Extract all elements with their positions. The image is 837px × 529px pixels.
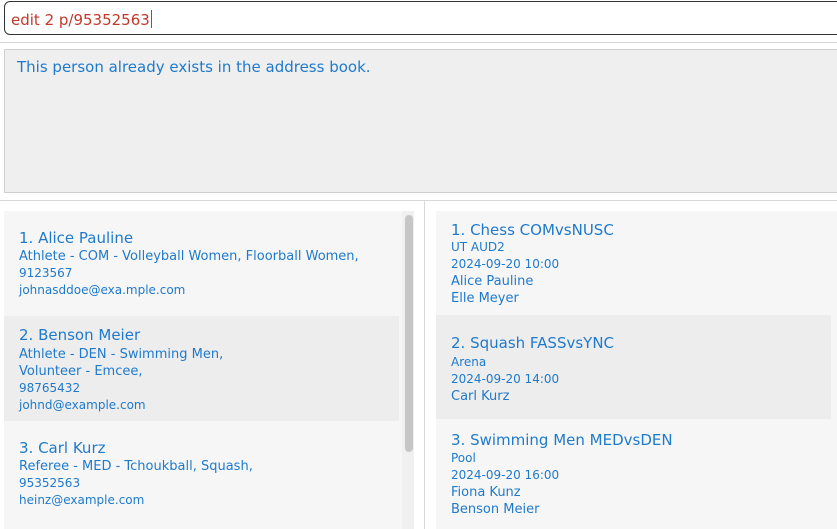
event-venue: Pool — [451, 451, 476, 465]
command-text: edit 2 p/95352563 — [11, 10, 152, 29]
person-phone: 95352563 — [19, 476, 81, 490]
event-participant: Fiona Kunz — [451, 485, 521, 500]
event-list[interactable]: 1. Chess COMvsNUSC UT AUD2 2024-09-20 10… — [436, 211, 837, 529]
command-input[interactable]: edit 2 p/95352563 — [4, 1, 837, 35]
event-title: 2. Squash FASSvsYNC — [451, 334, 615, 352]
divider — [0, 200, 837, 201]
text-caret — [150, 10, 152, 28]
person-list[interactable]: 1. Alice Pauline Athlete - COM - Volleyb… — [4, 211, 414, 529]
person-phone: 9123567 — [19, 266, 73, 280]
event-venue: Arena — [451, 355, 487, 369]
event-datetime: 2024-09-20 14:00 — [451, 372, 560, 386]
person-phone: 98765432 — [19, 381, 81, 395]
person-name: 3. Carl Kurz — [19, 439, 106, 457]
event-venue: UT AUD2 — [451, 240, 505, 254]
person-card[interactable]: 1. Alice Pauline Athlete - COM - Volleyb… — [4, 211, 399, 316]
person-card[interactable]: 2. Benson Meier Athlete - DEN - Swimming… — [4, 316, 399, 421]
result-message: This person already exists in the addres… — [17, 58, 371, 76]
person-role: Referee - MED - Tchoukball, Squash, — [19, 459, 253, 474]
person-role: Athlete - DEN - Swimming Men, — [19, 347, 224, 362]
divider — [0, 42, 837, 43]
event-card[interactable]: 1. Chess COMvsNUSC UT AUD2 2024-09-20 10… — [436, 211, 831, 315]
person-email: johnd@example.com — [19, 398, 146, 412]
event-participant: Carl Kurz — [451, 389, 510, 404]
person-name: 2. Benson Meier — [19, 326, 141, 344]
event-title: 1. Chess COMvsNUSC — [451, 221, 614, 239]
person-role: Athlete - COM - Volleyball Women, Floorb… — [19, 249, 359, 264]
person-role: Volunteer - Emcee, — [19, 364, 143, 379]
split-divider[interactable] — [424, 201, 425, 529]
scrollbar-thumb[interactable] — [405, 215, 413, 452]
event-participant: Alice Pauline — [451, 274, 534, 289]
event-participant: Elle Meyer — [451, 291, 519, 306]
event-datetime: 2024-09-20 16:00 — [451, 468, 560, 482]
person-name: 1. Alice Pauline — [19, 229, 134, 247]
event-card[interactable]: 3. Swimming Men MEDvsDEN Pool 2024-09-20… — [436, 419, 831, 529]
event-title: 3. Swimming Men MEDvsDEN — [451, 431, 673, 449]
person-email: johnasddoe@exa.mple.com — [19, 283, 186, 297]
result-display: This person already exists in the addres… — [4, 49, 837, 193]
person-email: heinz@example.com — [19, 493, 145, 507]
person-card[interactable]: 3. Carl Kurz Referee - MED - Tchoukball,… — [4, 421, 399, 526]
event-card[interactable]: 2. Squash FASSvsYNC Arena 2024-09-20 14:… — [436, 315, 831, 419]
event-participant: Benson Meier — [451, 502, 540, 517]
event-datetime: 2024-09-20 10:00 — [451, 257, 560, 271]
